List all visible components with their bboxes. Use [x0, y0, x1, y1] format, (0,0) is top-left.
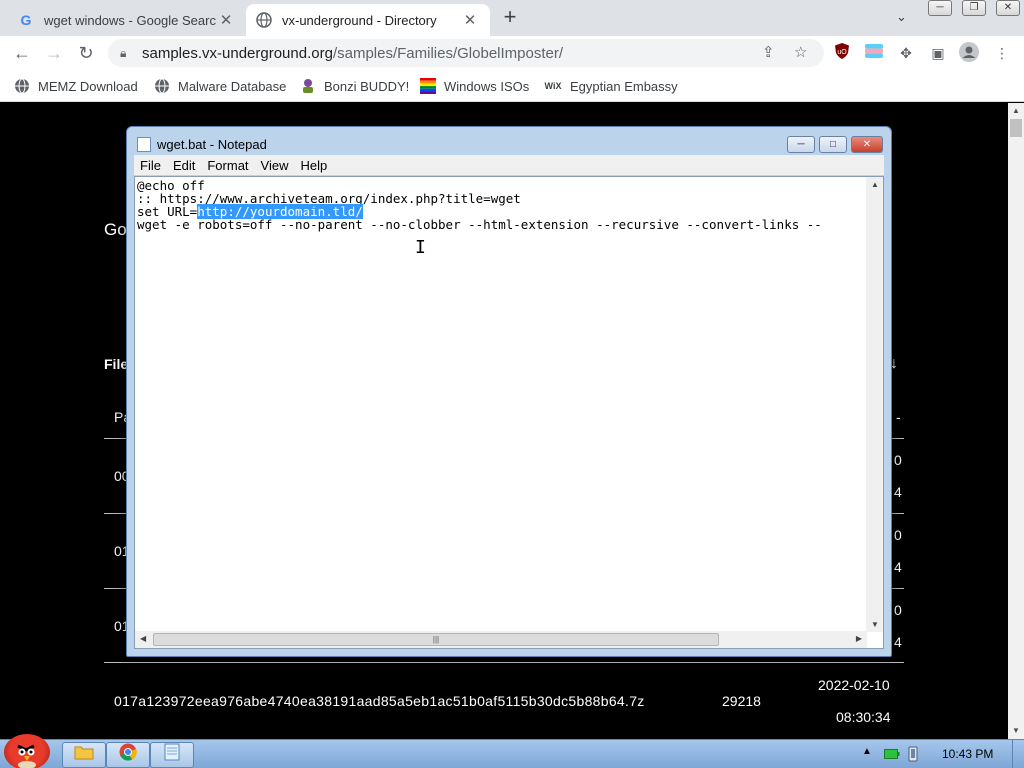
battery-icon[interactable] — [884, 748, 900, 763]
globe-icon — [154, 78, 170, 94]
wix-icon: WiX — [544, 81, 562, 91]
profile-avatar-icon[interactable] — [958, 42, 980, 64]
globe-icon — [14, 78, 30, 94]
new-tab-button[interactable]: + — [498, 6, 522, 30]
notepad-taskbar-icon[interactable] — [150, 742, 194, 768]
globe-icon — [256, 12, 272, 28]
bonzi-icon — [300, 78, 316, 94]
taskbar: ▲ 10:43 PM — [0, 734, 1024, 768]
start-button-angry-bird-icon[interactable] — [4, 734, 50, 768]
window-controls: ─ ❐ ✕ — [928, 0, 1024, 16]
page-scrollbar[interactable]: ▲ ▼ — [1008, 103, 1024, 739]
row-digit: 0 — [894, 452, 902, 468]
menu-kebab-icon[interactable]: ⋮ — [991, 42, 1013, 64]
row-digit: 0 — [894, 602, 902, 618]
notepad-window: wget.bat - Notepad ─ □ ✕ File Edit Forma… — [126, 126, 892, 657]
share-icon[interactable]: ⇪ — [762, 43, 775, 61]
clock[interactable]: 10:43 PM — [942, 747, 993, 761]
minimize-button[interactable]: ─ — [928, 0, 952, 16]
bookmark-egyptian-embassy[interactable]: WiX Egyptian Embassy — [544, 76, 678, 96]
page-title: Go — [104, 220, 127, 239]
divider — [104, 662, 904, 663]
menu-help[interactable]: Help — [294, 158, 333, 173]
browser-toolbar: ← → ↻ 🔒︎ samples.vx-underground.org/samp… — [0, 36, 1024, 70]
tab-google-search[interactable]: G wget windows - Google Search ✕ — [8, 4, 246, 36]
file-time: 08:30:34 — [836, 709, 891, 725]
extension-icon[interactable] — [863, 42, 885, 64]
tab-title: vx-underground - Directory — [282, 12, 437, 28]
scroll-thumb[interactable] — [1010, 119, 1022, 137]
ublock-origin-icon[interactable]: uO — [831, 42, 853, 64]
svg-text:uO: uO — [837, 49, 847, 56]
notepad-menubar: File Edit Format View Help — [134, 155, 884, 175]
notepad-vertical-scrollbar[interactable]: ▲ ▼ — [866, 177, 883, 632]
notepad-close-button[interactable]: ✕ — [851, 136, 883, 153]
scroll-left-arrow-icon[interactable]: ◀ — [140, 634, 146, 643]
menu-edit[interactable]: Edit — [167, 158, 201, 173]
explorer-folder-icon[interactable] — [62, 742, 106, 768]
notepad-text-area[interactable]: @echo off :: https://www.archiveteam.org… — [134, 176, 884, 649]
lock-icon: 🔒︎ — [120, 45, 127, 60]
back-arrow-icon[interactable]: ← — [10, 41, 34, 65]
chrome-icon[interactable] — [106, 742, 150, 768]
scroll-up-arrow-icon[interactable]: ▲ — [871, 180, 879, 189]
menu-file[interactable]: File — [134, 158, 167, 173]
scroll-up-arrow-icon[interactable]: ▲ — [1008, 103, 1024, 119]
tab-search-icon[interactable]: ⌄ — [896, 9, 907, 25]
puzzle-extensions-icon[interactable]: ✥ — [895, 42, 917, 64]
forward-arrow-icon[interactable]: → — [42, 41, 66, 65]
column-header-dash: - — [896, 409, 901, 425]
notepad-maximize-button[interactable]: □ — [819, 136, 847, 153]
bookmark-label: Bonzi BUDDY! — [324, 78, 410, 94]
side-panel-icon[interactable]: ▣ — [927, 42, 949, 64]
file-date: 2022-02-10 — [818, 677, 890, 693]
bookmark-memz-download[interactable]: MEMZ Download — [14, 76, 138, 96]
show-hidden-icons-icon[interactable]: ▲ — [862, 746, 872, 757]
show-desktop-button[interactable] — [1012, 740, 1024, 768]
bookmark-label: MEMZ Download — [38, 78, 138, 94]
restore-button[interactable]: ❐ — [962, 0, 986, 16]
horizontal-scroll-thumb[interactable]: ||| — [153, 633, 719, 646]
row-digit: 4 — [894, 634, 902, 650]
url-host: samples.vx-underground.org — [142, 44, 333, 62]
text-line: wget -e robots=off --no-parent --no-clob… — [137, 217, 822, 232]
bookmark-bonzi-buddy[interactable]: Bonzi BUDDY! — [300, 76, 409, 96]
close-window-button[interactable]: ✕ — [996, 0, 1020, 16]
bookmark-label: Windows ISOs — [444, 78, 530, 94]
notepad-minimize-button[interactable]: ─ — [787, 136, 815, 153]
notepad-titlebar[interactable]: wget.bat - Notepad — [137, 135, 267, 153]
text-cursor-icon: I — [415, 237, 426, 258]
bookmark-label: Malware Database — [178, 78, 287, 94]
files-heading: File — [104, 356, 129, 372]
bookmark-windows-isos[interactable]: Windows ISOs — [420, 76, 529, 96]
scroll-down-arrow-icon[interactable]: ▼ — [871, 620, 879, 629]
notepad-icon — [137, 136, 151, 152]
tab-vx-underground[interactable]: vx-underground - Directory ✕ — [246, 4, 490, 36]
tab-strip: G wget windows - Google Search ✕ vx-unde… — [0, 0, 1024, 36]
scroll-right-arrow-icon[interactable]: ▶ — [856, 634, 862, 643]
row-digit: 4 — [894, 559, 902, 575]
close-tab-icon[interactable]: ✕ — [460, 11, 480, 29]
bookmark-label: Egyptian Embassy — [570, 78, 678, 94]
volume-icon[interactable] — [906, 746, 920, 765]
google-g-icon: G — [20, 12, 32, 28]
bookmark-malware-database[interactable]: Malware Database — [154, 76, 286, 96]
scroll-down-arrow-icon[interactable]: ▼ — [1008, 723, 1024, 739]
menu-view[interactable]: View — [255, 158, 295, 173]
bookmarks-bar: MEMZ Download Malware Database Bonzi BUD… — [0, 70, 1024, 102]
address-bar[interactable]: 🔒︎ samples.vx-underground.org/samples/Fa… — [108, 39, 824, 67]
reload-icon[interactable]: ↻ — [74, 41, 98, 65]
tab-title: wget windows - Google Search — [44, 12, 216, 28]
file-link[interactable]: 017a123972eea976abe4740ea38191aad85a5eb1… — [114, 693, 645, 709]
close-tab-icon[interactable]: ✕ — [216, 11, 236, 29]
menu-format[interactable]: Format — [201, 158, 254, 173]
row-digit: 4 — [894, 484, 902, 500]
bookmark-star-icon[interactable]: ☆ — [794, 43, 807, 61]
notepad-title: wget.bat - Notepad — [157, 136, 267, 152]
windows-flag-icon — [420, 78, 436, 94]
url-path: /samples/Families/GlobelImposter/ — [332, 44, 564, 62]
file-size: 29218 — [722, 693, 761, 709]
row-digit: 0 — [894, 527, 902, 543]
notepad-horizontal-scrollbar[interactable]: ◀ ||| ▶ — [135, 631, 867, 648]
